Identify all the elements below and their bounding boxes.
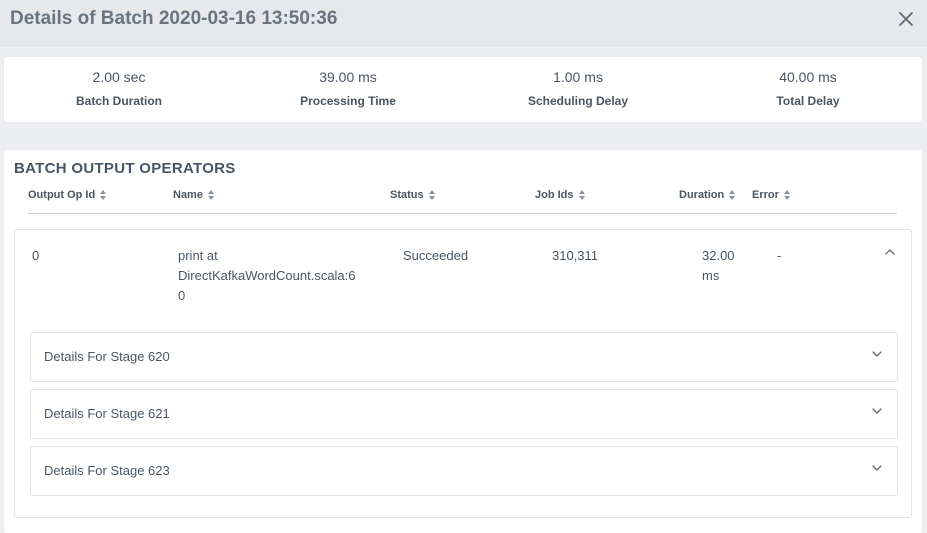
metric-total-delay: 40.00 ms Total Delay	[693, 69, 923, 108]
chevron-down-icon[interactable]	[871, 462, 883, 474]
chevron-down-icon[interactable]	[871, 405, 883, 417]
close-icon[interactable]	[897, 10, 915, 28]
table-row: 0 print at DirectKafkaWordCount.scala:6 …	[14, 229, 912, 518]
sort-icon	[729, 190, 736, 200]
sort-icon	[428, 190, 436, 200]
stage-accordion-623[interactable]: Details For Stage 623	[30, 446, 898, 496]
metric-value: 40.00 ms	[779, 69, 837, 85]
duration-line: ms	[702, 268, 720, 283]
cell-error: -	[777, 248, 782, 263]
metric-batch-duration: 2.00 sec Batch Duration	[4, 69, 234, 108]
name-line: 0	[178, 288, 186, 303]
batch-summary: 2.00 sec Batch Duration 39.00 ms Process…	[4, 57, 922, 122]
column-header-duration[interactable]: Duration	[679, 189, 736, 201]
cell-status: Succeeded	[403, 248, 469, 263]
header-divider	[28, 213, 897, 214]
stage-label: Details For Stage 623	[44, 463, 170, 478]
cell-job-ids: 310,311	[552, 248, 599, 263]
cell-name: print at DirectKafkaWordCount.scala:6 0	[178, 246, 356, 306]
column-header-name[interactable]: Name	[173, 189, 215, 201]
column-header-label: Status	[390, 189, 424, 201]
name-line: print at	[178, 248, 218, 263]
column-header-label: Duration	[679, 189, 725, 201]
metric-value: 2.00 sec	[92, 69, 146, 85]
metric-label: Batch Duration	[75, 94, 162, 108]
dialog-title: Details of Batch 2020-03-16 13:50:36	[10, 8, 338, 29]
cell-output-op-id: 0	[32, 248, 40, 263]
chevron-up-icon[interactable]	[884, 246, 896, 258]
stage-accordion-621[interactable]: Details For Stage 621	[30, 389, 898, 439]
column-header-label: Job Ids	[535, 189, 574, 201]
stage-label: Details For Stage 620	[44, 349, 170, 364]
metric-value: 39.00 ms	[319, 69, 377, 85]
metric-value: 1.00 ms	[553, 69, 603, 85]
cell-duration: 32.00 ms	[702, 246, 735, 286]
column-header-label: Output Op Id	[28, 189, 96, 201]
section-title: BATCH OUTPUT OPERATORS	[14, 160, 236, 177]
sort-icon	[783, 190, 791, 200]
column-header-status[interactable]: Status	[390, 189, 436, 201]
column-header-output-op-id[interactable]: Output Op Id	[28, 189, 107, 201]
sort-icon	[207, 190, 215, 200]
chevron-down-icon[interactable]	[871, 348, 883, 360]
column-header-label: Error	[752, 189, 779, 201]
duration-line: 32.00	[702, 248, 735, 263]
metric-processing-time: 39.00 ms Processing Time	[233, 69, 463, 108]
metric-label: Scheduling Delay	[527, 94, 629, 108]
metric-scheduling-delay: 1.00 ms Scheduling Delay	[463, 69, 693, 108]
metric-label: Processing Time	[300, 94, 396, 108]
name-line: DirectKafkaWordCount.scala:6	[178, 268, 356, 283]
sort-icon	[100, 190, 107, 200]
sort-icon	[578, 190, 586, 200]
dialog-header: Details of Batch 2020-03-16 13:50:36	[0, 0, 927, 46]
stage-accordion-620[interactable]: Details For Stage 620	[30, 332, 898, 382]
column-header-error[interactable]: Error	[752, 189, 791, 201]
column-header-job-ids[interactable]: Job Ids	[535, 189, 586, 201]
metric-label: Total Delay	[776, 94, 840, 108]
column-header-label: Name	[173, 189, 203, 201]
stage-label: Details For Stage 621	[44, 406, 170, 421]
output-operators-card: BATCH OUTPUT OPERATORS Output Op Id Name…	[4, 150, 922, 533]
